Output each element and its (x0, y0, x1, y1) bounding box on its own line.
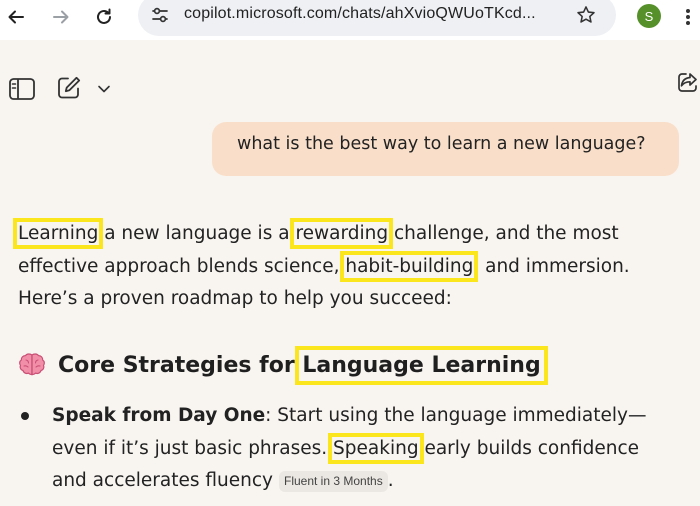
user-message-text: what is the best way to learn a new lang… (237, 134, 646, 154)
tune-icon[interactable] (148, 3, 172, 27)
reload-icon[interactable] (91, 4, 117, 30)
section-heading: Core Strategies for Language Learning (18, 345, 548, 385)
bullet-list: Speak from Day One: Start using the lang… (18, 400, 678, 498)
address-bar[interactable]: copilot.microsoft.com/chats/ahXvioQWUoTK… (138, 0, 616, 36)
citation-chip[interactable]: Fluent in 3 Months (278, 470, 388, 492)
highlighted-word: rewarding (290, 218, 394, 249)
arrow-left-icon[interactable] (3, 4, 29, 30)
bullet-title: Speak from Day One (52, 405, 266, 426)
highlighted-word: Speaking (328, 432, 424, 464)
url-text[interactable]: copilot.microsoft.com/chats/ahXvioQWUoTK… (184, 5, 536, 23)
profile-avatar[interactable]: S (637, 4, 661, 28)
highlighted-heading: Language Learning (295, 345, 548, 385)
compose-icon[interactable] (55, 74, 83, 102)
assistant-answer: Learning a new language is a rewarding c… (12, 218, 678, 316)
share-icon[interactable] (676, 70, 700, 94)
bullet-text: . (387, 470, 394, 491)
kebab-icon[interactable] (680, 4, 696, 30)
chevron-down-icon[interactable] (95, 80, 113, 98)
highlighted-word: habit-building (340, 250, 479, 282)
highlighted-word: Learning (12, 218, 104, 249)
bullet-dot (21, 412, 29, 420)
answer-paragraph: Learning a new language is a rewarding c… (12, 218, 678, 316)
heading-text: Core Strategies for (58, 352, 303, 378)
user-message-bubble: what is the best way to learn a new lang… (212, 122, 679, 176)
list-item: Speak from Day One: Start using the lang… (18, 400, 678, 498)
brain-icon (18, 351, 46, 379)
star-icon[interactable] (574, 3, 598, 27)
sidebar-toggle-icon[interactable] (7, 76, 37, 102)
answer-text: a new language is a (98, 223, 296, 244)
browser-toolbar: copilot.microsoft.com/chats/ahXvioQWUoTK… (0, 0, 700, 40)
arrow-right-icon[interactable] (48, 4, 74, 30)
